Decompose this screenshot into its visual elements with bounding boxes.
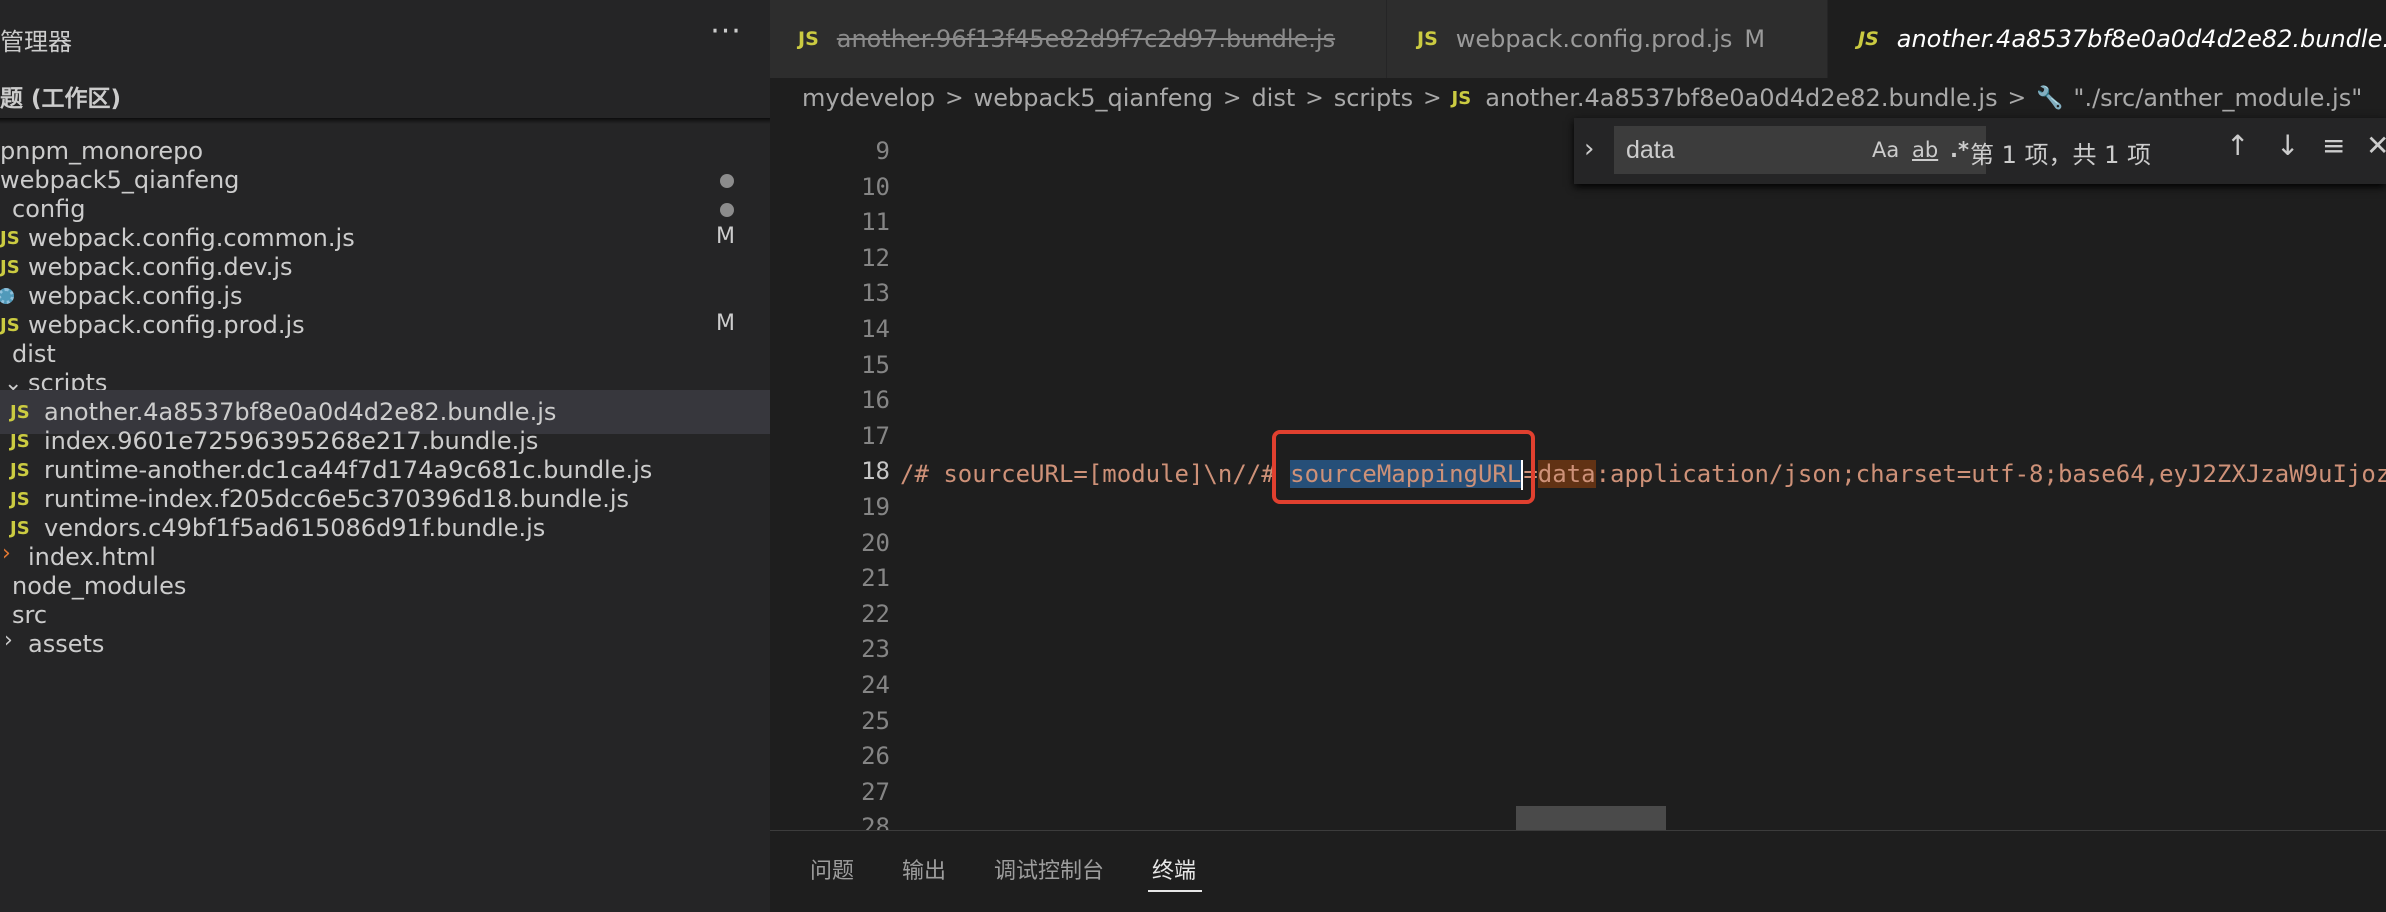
breadcrumb: mydevelop > webpack5_qianfeng > dist > s… (770, 78, 2386, 118)
line-number: 28 (861, 813, 890, 830)
line-number: 13 (861, 279, 890, 308)
find-input-box: Aa ab .* (1614, 126, 1986, 174)
line-number: 14 (861, 315, 890, 343)
line-number: 26 (861, 742, 890, 771)
breadcrumb-separator: > (1223, 85, 1242, 111)
line-number: 23 (861, 635, 890, 664)
breadcrumb-separator: > (2007, 85, 2027, 111)
line-number: 22 (861, 599, 890, 628)
explorer-sidebar: 管理器 ··· 题 (工作区) pnpm_monorepo webpack5_q… (0, 0, 770, 912)
line-number: 25 (861, 706, 890, 735)
match-case-icon[interactable]: Aa (1872, 138, 1899, 162)
whole-word-icon[interactable]: ab (1912, 138, 1938, 162)
tab-modified-badge: M (1744, 25, 1766, 53)
code-line-18[interactable]: /# sourceURL=[module]\n//# sourceMapping… (900, 456, 2386, 492)
breadcrumb-separator: > (945, 85, 964, 111)
tab-label: webpack.config.prod.js (1455, 25, 1733, 53)
line-number: 11 (861, 208, 890, 237)
previous-match-icon[interactable]: ↑ (2226, 129, 2249, 162)
line-number: 17 (861, 421, 890, 450)
tab-another-96f13-bundle[interactable]: JS another.96f13f45e82d9f7c2d97.bundle.j… (770, 0, 1386, 78)
line-number: 10 (861, 172, 890, 201)
webpack-config-icon (0, 288, 14, 304)
line-number: 21 (861, 564, 890, 593)
modified-dot-icon (720, 174, 734, 188)
js-file-icon: JS (1417, 28, 1438, 50)
breadcrumb-item[interactable]: webpack5_qianfeng (974, 84, 1213, 112)
line-number: 20 (861, 528, 890, 557)
chevron-right-icon[interactable]: › (1584, 134, 1594, 164)
tab-another-4a853-bundle[interactable]: JS another.4a8537bf8e0a0d4d2e82.bundle.j… (1828, 0, 2386, 78)
breadcrumb-symbol[interactable]: "./src/anther_module.js" (2073, 84, 2362, 112)
breadcrumb-item[interactable]: mydevelop (802, 84, 935, 112)
tab-label: another.96f13f45e82d9f7c2d97.bundle.js (836, 25, 1336, 53)
find-input[interactable] (1626, 134, 1826, 166)
line-number: 9 (875, 137, 890, 165)
regex-icon[interactable]: .* (1950, 138, 1969, 162)
more-actions-icon[interactable]: ··· (708, 14, 744, 50)
close-icon[interactable]: ✕ (2366, 129, 2386, 162)
js-file-icon: JS (798, 28, 819, 50)
bottom-panel: 问题 输出 调试控制台 终端 (770, 830, 2386, 912)
explorer-header: 管理器 ··· (0, 0, 770, 78)
line-number: 12 (861, 243, 890, 272)
code-after: :application/json;charset=utf-8;base64,e… (1595, 460, 2386, 488)
tab-output[interactable]: 输出 (902, 853, 946, 885)
sidebar-scroll-shadow (0, 118, 770, 124)
tree-item-assets[interactable]: › assets (0, 622, 770, 666)
line-number: 16 (861, 386, 890, 415)
code-before: /# sourceURL=[module]\n//# (900, 460, 1291, 488)
html-file-icon: › (2, 541, 11, 566)
chevron-right-icon: › (4, 628, 13, 653)
annotation-highlight-box (1272, 430, 1535, 504)
breadcrumb-item[interactable]: dist (1251, 84, 1295, 112)
workspace-title[interactable]: 题 (工作区) (0, 79, 121, 113)
breadcrumb-item[interactable]: scripts (1334, 84, 1413, 112)
tab-debug-console[interactable]: 调试控制台 (994, 853, 1104, 885)
js-file-icon: JS (1858, 28, 1879, 50)
js-file-icon: JS (1451, 87, 1472, 109)
active-tab-indicator (1148, 890, 1202, 892)
line-number: 15 (861, 350, 890, 379)
tab-label: another.4a8537bf8e0a0d4d2e82.bundle.js (1896, 25, 2386, 53)
horizontal-scrollbar[interactable] (1516, 806, 1666, 830)
wrench-icon: 🔧 (2036, 85, 2064, 111)
line-number: 19 (861, 493, 890, 521)
tab-terminal[interactable]: 终端 (1152, 853, 1196, 885)
find-match-other: data (1537, 460, 1596, 488)
tab-webpack-config-prod[interactable]: JS webpack.config.prod.js M (1387, 0, 1827, 78)
modified-dot-icon (720, 203, 734, 217)
breadcrumb-file[interactable]: another.4a8537bf8e0a0d4d2e82.bundle.js (1485, 84, 1997, 112)
tab-problems[interactable]: 问题 (810, 853, 854, 885)
explorer-title: 管理器 (0, 28, 72, 56)
editor-tab-bar: JS another.96f13f45e82d9f7c2d97.bundle.j… (770, 0, 2386, 78)
find-widget: › Aa ab .* 第 1 项，共 1 项 ↑ ↓ ≡ ✕ (1574, 118, 2386, 184)
find-match-count: 第 1 项，共 1 项 (1970, 141, 2152, 169)
line-number: 24 (861, 671, 890, 699)
find-in-selection-icon[interactable]: ≡ (2322, 129, 2345, 162)
breadcrumb-separator: > (1423, 85, 1442, 111)
breadcrumb-separator: > (1305, 85, 1324, 111)
line-number: 18 (861, 457, 890, 486)
line-number: 27 (861, 777, 890, 806)
next-match-icon[interactable]: ↓ (2276, 129, 2299, 162)
tree-item-label: assets (28, 630, 105, 658)
code-editor[interactable]: 9 10 11 12 13 14 15 16 17 18 19 20 21 22 23 24 25 26 27 28 /… (770, 118, 2386, 830)
